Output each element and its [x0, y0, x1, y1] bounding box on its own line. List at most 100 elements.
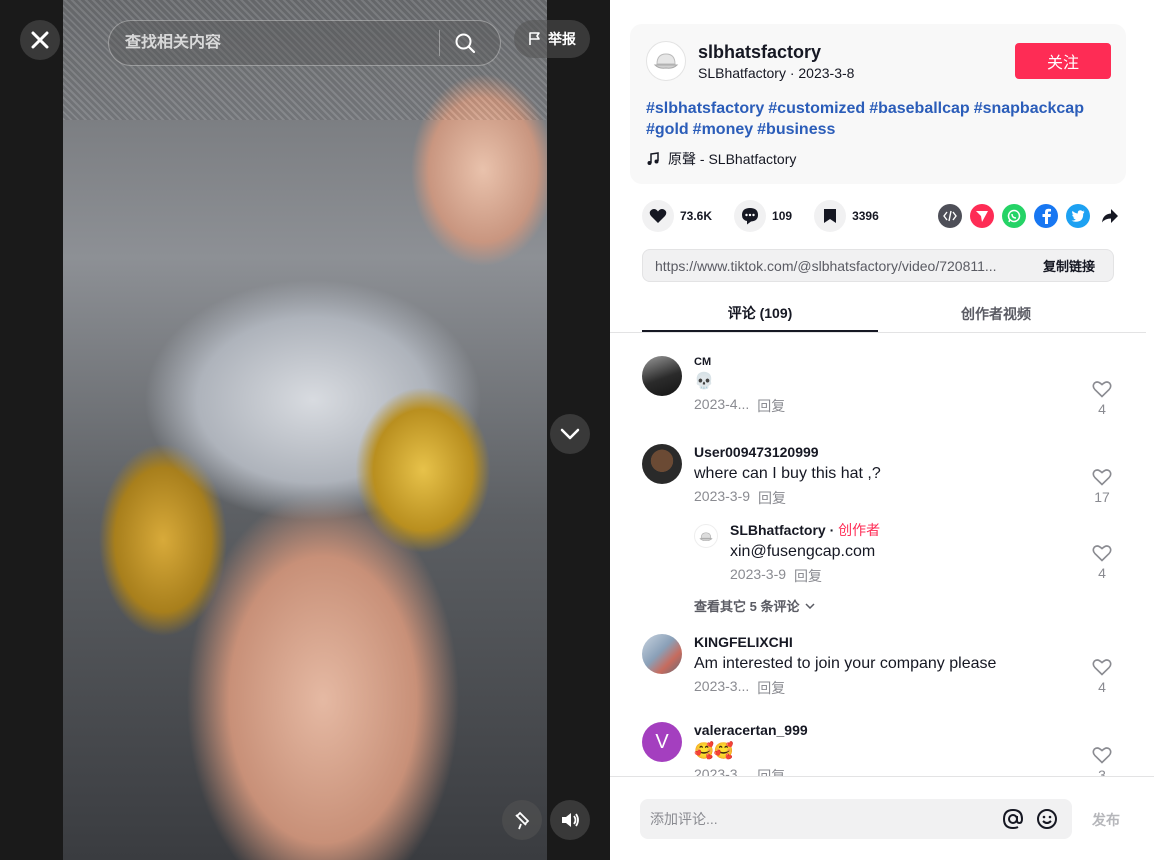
- send-to-friends-button[interactable]: [970, 204, 994, 228]
- comment-username[interactable]: valeracertan_999: [694, 722, 1074, 738]
- copy-link-button[interactable]: 复制链接: [1031, 256, 1113, 275]
- flag-icon: [529, 32, 540, 45]
- commenter-avatar[interactable]: V: [642, 722, 682, 762]
- author-row: slbhatsfactory SLBhatfactory · 2023-3-8 …: [646, 40, 1111, 82]
- reply-button[interactable]: 回复: [794, 566, 822, 586]
- hat-logo-icon: [653, 53, 679, 69]
- creator-badge: 创作者: [838, 522, 881, 538]
- comment-username[interactable]: User009473120999: [694, 444, 1074, 460]
- hashtag[interactable]: #slbhatsfactory: [646, 100, 764, 117]
- author-avatar[interactable]: [646, 41, 686, 81]
- comment-text: 🥰🥰: [694, 743, 734, 760]
- reply-like-button[interactable]: 4: [1082, 544, 1122, 581]
- music-link[interactable]: 原聲 - SLBhatfactory: [646, 149, 1110, 169]
- author-username[interactable]: slbhatsfactory: [698, 41, 1015, 63]
- reply-item: SLBhatfactory · 创作者 xin@fusengcap.com 20…: [694, 520, 1122, 584]
- report-button[interactable]: 举报: [514, 20, 590, 58]
- like-action[interactable]: 73.6K: [642, 200, 712, 232]
- save-button[interactable]: [814, 200, 847, 232]
- reply-username[interactable]: SLBhatfactory: [730, 522, 826, 538]
- comment-input[interactable]: [640, 811, 998, 827]
- comment-like-button[interactable]: 4: [1082, 380, 1122, 417]
- save-action[interactable]: 3396: [814, 200, 879, 232]
- comment-body: valeracertan_999 🥰🥰 2023-3... 回复: [694, 722, 1074, 776]
- video-pane: 举报: [0, 0, 610, 860]
- hashtag[interactable]: #business: [757, 121, 835, 138]
- comment-like-count: 4: [1098, 679, 1106, 695]
- commenter-avatar[interactable]: [642, 356, 682, 396]
- comment-action[interactable]: 109: [734, 200, 792, 232]
- save-count: 3396: [852, 209, 879, 223]
- comment-meta: 2023-3-9 回复: [694, 488, 1074, 508]
- hashtag[interactable]: #snapbackcap: [974, 100, 1084, 117]
- heart-outline-icon: [1092, 545, 1112, 562]
- video-url[interactable]: https://www.tiktok.com/@slbhatsfactory/v…: [643, 258, 1031, 274]
- reply-date: 2023-3-9: [730, 566, 787, 582]
- comment-meta: 2023-3... 回复: [694, 678, 1074, 698]
- like-count: 73.6K: [680, 209, 713, 223]
- video-player[interactable]: [63, 0, 547, 860]
- follow-button[interactable]: 关注: [1015, 43, 1111, 79]
- reply-avatar[interactable]: [694, 524, 718, 548]
- send-icon: [976, 211, 988, 222]
- comment-username[interactable]: CM: [694, 356, 1074, 368]
- facebook-share-button[interactable]: [1034, 204, 1058, 228]
- hashtag[interactable]: #customized: [768, 100, 865, 117]
- embed-button[interactable]: [938, 204, 962, 228]
- heart-outline-icon: [1092, 747, 1112, 764]
- comment-like-button[interactable]: 17: [1082, 468, 1122, 505]
- comment-text: 💀: [694, 373, 714, 390]
- view-more-replies-button[interactable]: 查看其它 5 条评论: [694, 596, 815, 615]
- comment-button[interactable]: [734, 200, 767, 232]
- comment-like-count: 17: [1094, 489, 1110, 505]
- search-input[interactable]: [109, 34, 439, 52]
- reply-button[interactable]: 回复: [758, 488, 786, 508]
- volume-icon: [562, 813, 579, 827]
- tab-bar: 评论 (109) 创作者视频: [610, 296, 1146, 333]
- emoji-button[interactable]: [1032, 804, 1062, 834]
- action-bar: 73.6K 109 3396: [642, 198, 1122, 234]
- comment-item: CM 💀 2023-4... 回复 4: [642, 356, 1122, 426]
- comment-item: V valeracertan_999 🥰🥰 2023-3... 回复 3: [642, 722, 1122, 776]
- hashtag[interactable]: #baseballcap: [869, 100, 970, 117]
- reply-button[interactable]: 回复: [757, 396, 785, 416]
- comment-body: User009473120999 where can I buy this ha…: [694, 444, 1074, 508]
- heart-outline-icon: [1092, 659, 1112, 676]
- close-button[interactable]: [20, 20, 60, 60]
- comment-meta: 2023-4... 回复: [694, 396, 1074, 416]
- next-video-button[interactable]: [550, 414, 590, 454]
- commenter-avatar[interactable]: [642, 444, 682, 484]
- post-comment-button[interactable]: 发布: [1092, 810, 1120, 830]
- reply-button[interactable]: 回复: [757, 766, 785, 776]
- hat-logo-icon: [699, 531, 713, 541]
- emoji-icon: [1037, 809, 1057, 829]
- hashtag[interactable]: #money: [693, 121, 753, 138]
- comment-like-button[interactable]: 3: [1082, 746, 1122, 776]
- music-title: 原聲 - SLBhatfactory: [668, 151, 797, 167]
- volume-button[interactable]: [550, 800, 590, 840]
- comment-like-button[interactable]: 4: [1082, 658, 1122, 695]
- comment-bubble-icon: [742, 208, 759, 225]
- video-info-card: slbhatsfactory SLBhatfactory · 2023-3-8 …: [630, 24, 1126, 184]
- tab-comments[interactable]: 评论 (109): [642, 296, 878, 332]
- heart-outline-icon: [1092, 381, 1112, 398]
- tab-creator-videos[interactable]: 创作者视频: [878, 296, 1114, 332]
- more-share-button[interactable]: [1098, 204, 1122, 228]
- reply-separator: ·: [825, 522, 839, 538]
- music-note-icon: [647, 152, 659, 165]
- close-icon: [31, 31, 49, 49]
- mention-button[interactable]: [998, 804, 1028, 834]
- like-button[interactable]: [642, 200, 674, 232]
- twitter-icon: [1071, 210, 1085, 222]
- twitter-share-button[interactable]: [1066, 204, 1090, 228]
- embed-icon: [943, 210, 957, 222]
- comment-username[interactable]: KINGFELIXCHI: [694, 634, 1074, 650]
- hashtag[interactable]: #gold: [646, 121, 689, 138]
- reply-button[interactable]: 回复: [757, 678, 785, 698]
- search-button[interactable]: [440, 21, 490, 65]
- floating-player-button[interactable]: [502, 800, 542, 840]
- share-link-bar: https://www.tiktok.com/@slbhatsfactory/v…: [642, 249, 1114, 282]
- whatsapp-share-button[interactable]: [1002, 204, 1026, 228]
- commenter-avatar[interactable]: [642, 634, 682, 674]
- share-buttons: [938, 204, 1122, 228]
